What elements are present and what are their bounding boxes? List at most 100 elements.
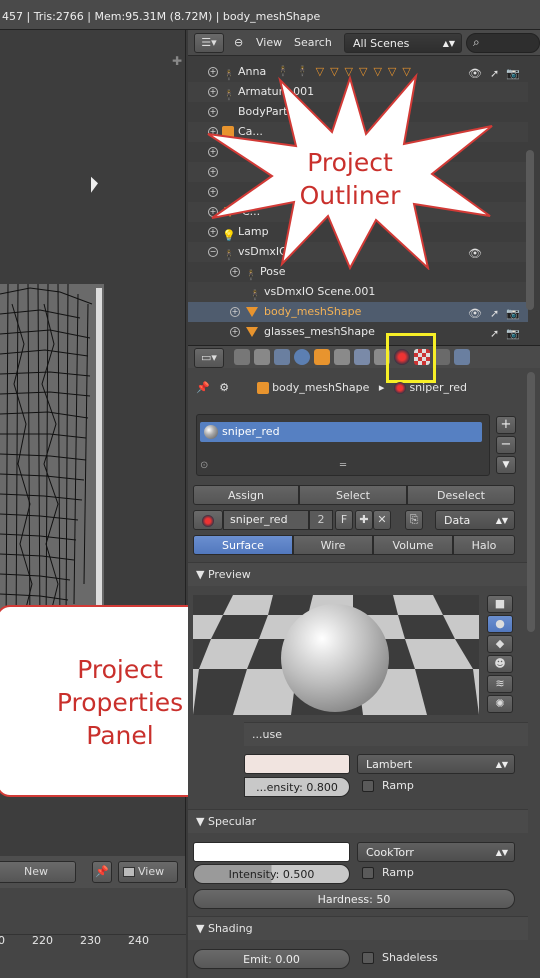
link-select[interactable]: Data ▲▼ — [435, 510, 515, 530]
shadeless-label: Shadeless — [382, 951, 438, 964]
specular-color-swatch[interactable] — [193, 842, 350, 862]
tab-wire[interactable]: Wire — [293, 535, 373, 555]
diffuse-ramp-checkbox[interactable] — [362, 780, 374, 792]
fake-user-button[interactable]: F — [335, 510, 353, 530]
editor-type-icon[interactable]: ▭▾ — [194, 348, 224, 368]
layers-tab-icon[interactable] — [254, 349, 270, 365]
view-menu[interactable]: View — [256, 36, 282, 49]
new-button[interactable]: New — [0, 861, 76, 883]
view-menu[interactable]: View ▲▼ — [118, 861, 178, 897]
scene-tab-icon[interactable] — [274, 349, 290, 365]
tab-volume[interactable]: Volume — [373, 535, 453, 555]
panel-title: Preview — [207, 568, 251, 581]
pin-icon[interactable]: 📌 — [196, 381, 210, 394]
select-icon[interactable]: ➚ — [490, 324, 499, 344]
users-count[interactable]: 2 — [309, 510, 333, 530]
visibility-icon[interactable]: 👁 — [468, 304, 482, 324]
preview-sky-button[interactable]: ✺ — [487, 695, 513, 713]
diffuse-shader-value: Lambert — [366, 758, 413, 771]
select-icon[interactable]: ➚ — [490, 304, 499, 324]
new-material-icon[interactable]: ✚ — [355, 510, 373, 530]
diffuse-panel-header[interactable]: ...use — [244, 722, 528, 746]
filter-icon[interactable]: ⊖ — [234, 36, 243, 49]
diffuse-color-swatch[interactable] — [244, 754, 350, 774]
select-button[interactable]: Select — [299, 485, 407, 505]
armature-data-icon: 🕴 — [248, 289, 262, 302]
specular-shader-select[interactable]: CookTorr ▲▼ — [357, 842, 515, 862]
physics-tab-icon[interactable] — [454, 349, 470, 365]
breadcrumb: 📌 ⚙ body_meshShape ▸ sniper_red — [196, 378, 467, 398]
preview-panel-header[interactable]: ▼ Preview — [188, 562, 528, 586]
expand-icon[interactable]: + — [230, 307, 240, 317]
particles-tab-icon[interactable] — [434, 349, 450, 365]
object-tab-icon[interactable] — [314, 349, 330, 365]
mesh-icon — [246, 307, 258, 317]
specular-ramp-checkbox[interactable] — [362, 867, 374, 879]
material-datablock: sniper_red 2 F ✚ ✕ ⎘ Data ▲▼ — [193, 510, 515, 530]
unlink-icon[interactable]: ✕ — [373, 510, 391, 530]
slot-specials-button[interactable]: ▼ — [496, 456, 516, 474]
emit-value: Emit: 0.00 — [243, 953, 300, 966]
editor-type-icon[interactable]: ☰▾ — [194, 33, 224, 53]
deselect-button[interactable]: Deselect — [407, 485, 515, 505]
breadcrumb-separator-icon: ▸ — [378, 381, 385, 394]
link-select-value: Data — [444, 514, 471, 527]
outliner-label: body_meshShape — [264, 305, 362, 318]
pin-icon[interactable]: 📌 — [92, 861, 112, 883]
add-slot-button[interactable]: + — [496, 416, 516, 434]
list-grip-icon[interactable]: ═ — [340, 460, 346, 471]
search-icon: ⌕ — [473, 35, 480, 49]
shadeless-checkbox[interactable] — [362, 952, 374, 964]
specular-panel-header[interactable]: ▼ Specular — [188, 809, 528, 833]
expand-icon[interactable]: + — [230, 327, 240, 337]
tab-label: Halo — [471, 539, 497, 552]
remove-slot-button[interactable]: − — [496, 436, 516, 454]
preview-monkey-button[interactable]: ☻ — [487, 655, 513, 673]
preview-sphere — [281, 604, 389, 712]
constraints-tab-icon[interactable] — [334, 349, 350, 365]
material-name-value: sniper_red — [230, 513, 288, 526]
preview-hair-button[interactable]: ≋ — [487, 675, 513, 693]
assign-button[interactable]: Assign — [193, 485, 299, 505]
hardness-slider[interactable]: Hardness: 50 — [193, 889, 515, 909]
modifiers-tab-icon[interactable] — [354, 349, 370, 365]
preview-flat-button[interactable]: ■ — [487, 595, 513, 613]
outliner-scrollbar[interactable] — [526, 150, 534, 310]
timeline[interactable]: 0 220 230 240 — [0, 888, 186, 978]
material-slot-item[interactable]: sniper_red — [200, 422, 482, 442]
preview-cube-button[interactable]: ◆ — [487, 635, 513, 653]
search-menu[interactable]: Search — [294, 36, 332, 49]
copy-icon[interactable]: ⎘ — [405, 510, 423, 530]
search-input[interactable]: ⌕ — [466, 33, 540, 53]
material-browse-icon[interactable] — [193, 510, 223, 530]
diffuse-intensity-slider[interactable]: ...ensity: 0.800 — [244, 777, 350, 797]
material-name-field[interactable]: sniper_red — [223, 510, 309, 530]
chevron-icon: ▲▼ — [495, 516, 508, 525]
callout-line: Outliner — [299, 181, 401, 210]
render-icon[interactable]: 📷 — [506, 304, 520, 324]
properties-scrollbar[interactable] — [527, 372, 535, 632]
scene-select[interactable]: All Scenes ▲▼ — [344, 33, 462, 53]
render-tab-icon[interactable] — [234, 349, 250, 365]
tab-halo[interactable]: Halo — [453, 535, 515, 555]
outliner-header: ☰▾ ⊖ View Search All Scenes ▲▼ ⌕ — [188, 30, 540, 56]
preview-sphere-button[interactable]: ● — [487, 615, 513, 633]
shading-panel-header[interactable]: ▼ Shading — [188, 916, 528, 940]
info-bar: 457 | Tris:2766 | Mem:95.31M (8.72M) | b… — [0, 0, 540, 30]
panel-title: Shading — [207, 922, 253, 935]
list-resize-icon[interactable]: ⊙ — [200, 460, 208, 471]
timeline-tick: 0 — [0, 934, 5, 947]
tab-label: Volume — [392, 539, 434, 552]
render-icon[interactable]: 📷 — [506, 64, 520, 84]
tab-surface[interactable]: Surface — [193, 535, 293, 555]
world-tab-icon[interactable] — [294, 349, 310, 365]
emit-slider[interactable]: Emit: 0.00 — [193, 949, 350, 969]
render-icon[interactable]: 📷 — [506, 324, 520, 344]
select-label: Select — [336, 489, 370, 502]
specular-intensity-slider[interactable]: Intensity: 0.500 — [193, 864, 350, 884]
add-region-icon[interactable]: ✚ — [172, 54, 182, 68]
callout-line: Project — [307, 148, 393, 177]
fake-user-label: F — [340, 513, 348, 526]
hardness-value: Hardness: 50 — [317, 893, 391, 906]
diffuse-shader-select[interactable]: Lambert ▲▼ — [357, 754, 515, 774]
